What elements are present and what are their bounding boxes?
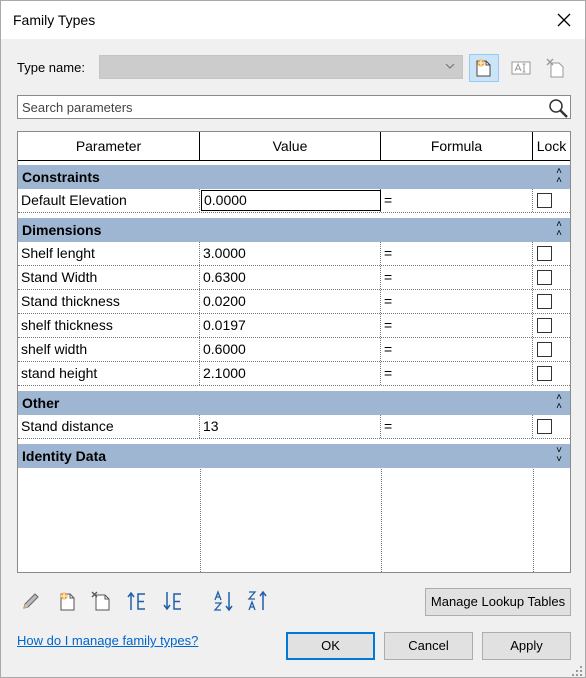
group-title: Constraints [22, 169, 100, 185]
chevron-down-icon [444, 60, 456, 75]
parameter-name: Stand distance [18, 415, 200, 438]
column-header-parameter[interactable]: Parameter [18, 132, 200, 160]
parameter-name: Shelf lenght [18, 242, 200, 265]
parameters-grid: Parameter Value Formula Lock Constraints… [17, 131, 571, 573]
search-parameters-field[interactable] [17, 95, 571, 119]
delete-parameter-icon[interactable] [89, 589, 113, 613]
search-icon[interactable] [547, 97, 569, 122]
collapse-icon[interactable]: ˄ ˄ [556, 167, 562, 186]
lock-checkbox[interactable] [537, 419, 552, 434]
formula-cell[interactable]: = [381, 362, 533, 385]
collapse-icon[interactable]: ˄ ˄ [556, 220, 562, 239]
lock-checkbox[interactable] [537, 366, 552, 381]
value-cell[interactable]: 3.0000 [200, 242, 381, 265]
group-title: Other [22, 395, 60, 411]
group-header-other[interactable]: Other ˄ ˄ [18, 391, 570, 415]
column-divider [381, 469, 382, 572]
formula-cell[interactable]: = [381, 266, 533, 289]
value-cell[interactable]: 0.0197 [200, 314, 381, 337]
parameter-name: Default Elevation [18, 189, 200, 212]
group-header-identity-data[interactable]: Identity Data ˅ ˅ [18, 444, 570, 468]
lock-checkbox[interactable] [537, 342, 552, 357]
table-row[interactable]: Stand distance 13 = [18, 415, 570, 439]
table-row[interactable]: Default Elevation 0.0000 = [18, 189, 570, 213]
group-title: Identity Data [22, 448, 107, 464]
resize-grip-icon[interactable] [572, 664, 582, 676]
table-row[interactable]: shelf width 0.6000 = [18, 338, 570, 362]
family-types-dialog: Family Types Type name: Search parameter… [0, 0, 586, 678]
formula-cell[interactable]: = [381, 338, 533, 361]
apply-button[interactable]: Apply [482, 632, 571, 660]
ok-button[interactable]: OK [286, 632, 375, 660]
value-input[interactable]: 0.0000 [201, 190, 381, 211]
move-down-icon[interactable] [161, 589, 185, 613]
cancel-button[interactable]: Cancel [384, 632, 473, 660]
value-cell[interactable]: 0.6000 [200, 338, 381, 361]
sort-ascending-icon[interactable] [213, 589, 237, 613]
lock-checkbox[interactable] [537, 294, 552, 309]
formula-cell[interactable]: = [381, 242, 533, 265]
lock-checkbox[interactable] [537, 246, 552, 261]
expand-icon[interactable]: ˅ ˅ [556, 446, 562, 465]
formula-cell[interactable]: = [381, 290, 533, 313]
table-row[interactable]: Stand thickness 0.0200 = [18, 290, 570, 314]
parameter-name: shelf width [18, 338, 200, 361]
formula-cell[interactable]: = [381, 314, 533, 337]
column-divider [200, 469, 201, 572]
new-parameter-icon[interactable] [55, 589, 79, 613]
grid-header: Parameter Value Formula Lock [18, 132, 570, 161]
column-divider [533, 469, 534, 572]
value-cell[interactable]: 2.1000 [200, 362, 381, 385]
rename-type-icon[interactable] [506, 54, 536, 82]
value-cell[interactable]: 0.6300 [200, 266, 381, 289]
help-link[interactable]: How do I manage family types? [17, 633, 198, 648]
parameter-name: shelf thickness [18, 314, 200, 337]
group-header-dimensions[interactable]: Dimensions ˄ ˄ [18, 218, 570, 242]
parameter-name: Stand thickness [18, 290, 200, 313]
table-row[interactable]: shelf thickness 0.0197 = [18, 314, 570, 338]
edit-parameter-icon[interactable] [19, 589, 43, 613]
parameter-name: stand height [18, 362, 200, 385]
column-header-value[interactable]: Value [200, 132, 381, 160]
lock-checkbox[interactable] [537, 318, 552, 333]
new-type-icon[interactable] [469, 54, 499, 82]
group-header-constraints[interactable]: Constraints ˄ ˄ [18, 165, 570, 189]
column-header-formula[interactable]: Formula [381, 132, 533, 160]
move-up-icon[interactable] [125, 589, 149, 613]
manage-lookup-tables-button[interactable]: Manage Lookup Tables [425, 588, 571, 616]
title-bar: Family Types [1, 1, 585, 39]
lock-checkbox[interactable] [537, 270, 552, 285]
type-name-label: Type name: [17, 60, 85, 75]
value-cell[interactable]: 13 [200, 415, 381, 438]
close-icon[interactable] [553, 9, 575, 31]
collapse-icon[interactable]: ˄ ˄ [556, 393, 562, 412]
search-input[interactable] [18, 96, 538, 118]
formula-cell[interactable]: = [381, 415, 533, 438]
delete-type-icon[interactable] [541, 54, 571, 82]
table-row[interactable]: Shelf lenght 3.0000 = [18, 242, 570, 266]
type-name-select[interactable] [99, 55, 463, 79]
column-header-lock[interactable]: Lock [533, 132, 570, 160]
table-row[interactable]: Stand Width 0.6300 = [18, 266, 570, 290]
group-title: Dimensions [22, 222, 102, 238]
parameter-name: Stand Width [18, 266, 200, 289]
sort-descending-icon[interactable] [247, 589, 271, 613]
dialog-title: Family Types [13, 12, 96, 28]
table-row[interactable]: stand height 2.1000 = [18, 362, 570, 386]
value-cell[interactable]: 0.0200 [200, 290, 381, 313]
lock-checkbox[interactable] [537, 193, 552, 208]
formula-cell[interactable]: = [381, 189, 533, 212]
